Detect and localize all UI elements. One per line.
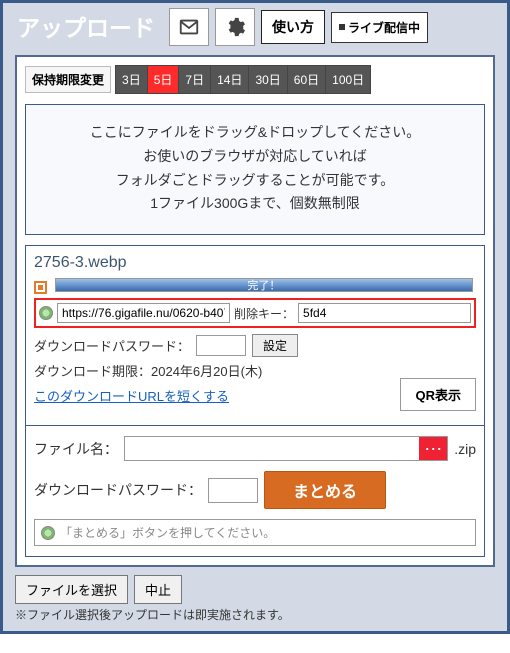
expiry-value: 2024年6月20日(木) (151, 364, 262, 379)
bundle-hint: 「まとめる」ボタンを押してください。 (60, 524, 275, 541)
main-panel: 保持期限変更 3日5日7日14日30日60日100日 ここにファイルをドラッグ&… (15, 55, 495, 567)
bundle-filename-input[interactable] (125, 437, 419, 460)
retention-segments: 3日5日7日14日30日60日100日 (115, 65, 371, 94)
live-broadcast-button[interactable]: ライブ配信中 (331, 12, 428, 43)
bottom-controls: ファイルを選択 中止 (15, 575, 495, 604)
download-password-row: ダウンロードパスワード： 設定 (34, 334, 476, 357)
page-title: アップロード (9, 7, 163, 47)
expiry-label: ダウンロード期限： (34, 364, 151, 379)
retention-option-5日[interactable]: 5日 (147, 65, 179, 94)
retention-change-button[interactable]: 保持期限変更 (25, 66, 111, 93)
progress-label: 完了！ (247, 279, 280, 293)
select-file-button[interactable]: ファイルを選択 (15, 575, 128, 604)
bundle-hint-row: 「まとめる」ボタンを押してください。 (34, 519, 476, 546)
shorten-url-link[interactable]: このダウンロードURLを短くする (34, 386, 229, 405)
bundle-filename-label: ファイル名： (34, 439, 118, 459)
bundle-ext: .zip (454, 441, 476, 457)
retention-option-14日[interactable]: 14日 (210, 65, 248, 94)
delete-key-input[interactable] (298, 303, 471, 323)
progress-bar: 完了！ (55, 278, 473, 292)
globe-icon (41, 526, 55, 540)
retention-option-7日[interactable]: 7日 (178, 65, 210, 94)
gear-icon[interactable] (215, 8, 255, 46)
dropzone-line: 1ファイル300Gまで、個数無制限 (36, 192, 474, 216)
filename-menu-button[interactable]: ⋯ (419, 437, 447, 460)
footer-note: ※ファイル選択後アップロードは即実施されます。 (15, 606, 495, 623)
qr-display-button[interactable]: QR表示 (400, 378, 476, 411)
retention-option-3日[interactable]: 3日 (115, 65, 147, 94)
bundle-pw-input[interactable] (208, 478, 258, 503)
dropzone-line: お使いのブラウザが対応していれば (36, 145, 474, 169)
set-password-button[interactable]: 設定 (252, 334, 298, 357)
cancel-button[interactable]: 中止 (134, 575, 182, 604)
bundle-password-row: ダウンロードパスワード： まとめる (34, 471, 476, 509)
stop-icon[interactable] (34, 281, 47, 294)
file-section: 2756-3.webp 完了！ 削除キー： ダウンロードパスワード： 設定 ダウ… (25, 245, 485, 557)
header: アップロード 使い方 ライブ配信中 (3, 3, 507, 55)
uploaded-filename: 2756-3.webp (34, 254, 476, 272)
usage-button[interactable]: 使い方 (261, 10, 325, 44)
dl-password-label: ダウンロードパスワード： (34, 336, 190, 355)
dropzone[interactable]: ここにファイルをドラッグ&ドロップしてください。 お使いのブラウザが対応していれ… (25, 104, 485, 235)
mail-icon[interactable] (169, 8, 209, 46)
delete-key-label: 削除キー： (234, 305, 294, 322)
bundle-pw-label: ダウンロードパスワード： (34, 480, 202, 500)
bundle-filename-row: ファイル名： ⋯ .zip (34, 436, 476, 461)
divider (26, 425, 484, 426)
download-url-input[interactable] (57, 303, 230, 323)
dl-password-input[interactable] (196, 335, 246, 356)
retention-option-30日[interactable]: 30日 (248, 65, 286, 94)
dropzone-line: ここにファイルをドラッグ&ドロップしてください。 (36, 121, 474, 145)
url-row: 削除キー： (34, 298, 476, 328)
bundle-button[interactable]: まとめる (264, 471, 386, 509)
globe-icon (39, 306, 53, 320)
retention-option-60日[interactable]: 60日 (287, 65, 325, 94)
retention-option-100日[interactable]: 100日 (325, 65, 371, 94)
dropzone-line: フォルダごとドラッグすることが可能です。 (36, 169, 474, 193)
retention-bar: 保持期限変更 3日5日7日14日30日60日100日 (25, 65, 485, 94)
upload-container: アップロード 使い方 ライブ配信中 保持期限変更 3日5日7日14日30日60日… (0, 0, 510, 634)
